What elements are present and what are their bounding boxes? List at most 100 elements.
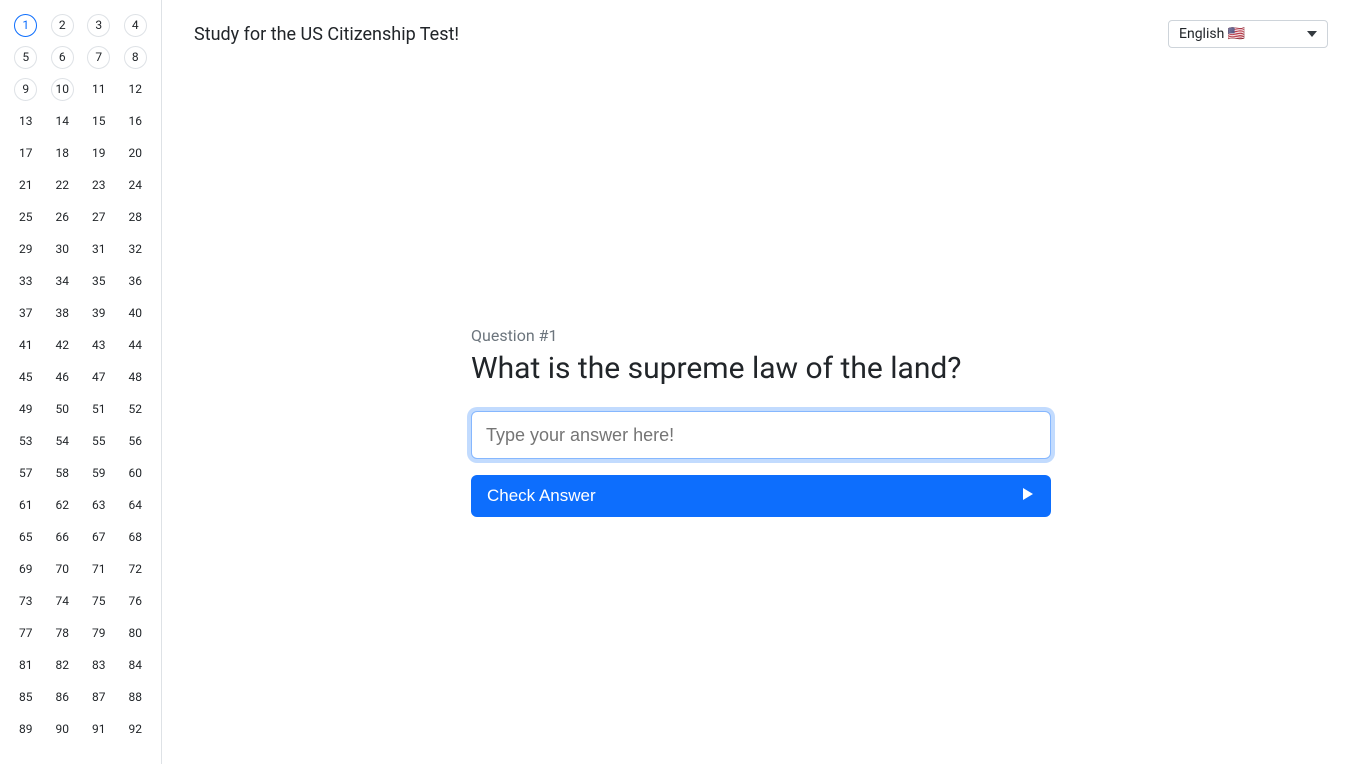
question-nav-9[interactable]: 9 [14,78,37,101]
question-nav-51[interactable]: 51 [87,398,110,421]
question-nav-86[interactable]: 86 [51,686,74,709]
question-nav-69[interactable]: 69 [14,558,37,581]
question-nav-61[interactable]: 61 [14,494,37,517]
question-nav-6[interactable]: 6 [51,46,74,69]
language-select-value: English 🇺🇸 [1179,26,1245,42]
question-nav-43[interactable]: 43 [87,334,110,357]
question-nav-50[interactable]: 50 [51,398,74,421]
question-nav-30[interactable]: 30 [51,238,74,261]
question-nav-80[interactable]: 80 [124,622,147,645]
question-nav-34[interactable]: 34 [51,270,74,293]
language-select[interactable]: English 🇺🇸 [1168,20,1328,48]
question-nav-5[interactable]: 5 [14,46,37,69]
question-nav-52[interactable]: 52 [124,398,147,421]
question-nav-57[interactable]: 57 [14,462,37,485]
question-nav-71[interactable]: 71 [87,558,110,581]
question-nav-47[interactable]: 47 [87,366,110,389]
question-area: Question #1 What is the supreme law of t… [471,326,1051,517]
question-nav-89[interactable]: 89 [14,718,37,741]
question-nav-72[interactable]: 72 [124,558,147,581]
question-nav-42[interactable]: 42 [51,334,74,357]
question-nav-62[interactable]: 62 [51,494,74,517]
question-nav-15[interactable]: 15 [87,110,110,133]
question-nav-25[interactable]: 25 [14,206,37,229]
question-nav-14[interactable]: 14 [51,110,74,133]
question-nav-55[interactable]: 55 [87,430,110,453]
question-nav-16[interactable]: 16 [124,110,147,133]
question-nav-90[interactable]: 90 [51,718,74,741]
question-nav-19[interactable]: 19 [87,142,110,165]
question-nav-22[interactable]: 22 [51,174,74,197]
question-nav-92[interactable]: 92 [124,718,147,741]
question-nav-10[interactable]: 10 [51,78,74,101]
question-nav-66[interactable]: 66 [51,526,74,549]
question-nav-4[interactable]: 4 [124,14,147,37]
question-nav-88[interactable]: 88 [124,686,147,709]
question-nav-39[interactable]: 39 [87,302,110,325]
question-nav-24[interactable]: 24 [124,174,147,197]
question-nav-45[interactable]: 45 [14,366,37,389]
question-nav-75[interactable]: 75 [87,590,110,613]
question-nav-26[interactable]: 26 [51,206,74,229]
question-nav-83[interactable]: 83 [87,654,110,677]
question-nav-8[interactable]: 8 [124,46,147,69]
question-nav-41[interactable]: 41 [14,334,37,357]
check-answer-button[interactable]: Check Answer [471,475,1051,517]
question-nav-87[interactable]: 87 [87,686,110,709]
question-nav-76[interactable]: 76 [124,590,147,613]
question-nav-60[interactable]: 60 [124,462,147,485]
question-nav-82[interactable]: 82 [51,654,74,677]
question-nav-84[interactable]: 84 [124,654,147,677]
question-nav-48[interactable]: 48 [124,366,147,389]
question-nav-91[interactable]: 91 [87,718,110,741]
question-nav-85[interactable]: 85 [14,686,37,709]
question-nav-54[interactable]: 54 [51,430,74,453]
question-nav-1[interactable]: 1 [14,14,37,37]
question-nav-27[interactable]: 27 [87,206,110,229]
question-nav-63[interactable]: 63 [87,494,110,517]
question-nav-79[interactable]: 79 [87,622,110,645]
question-nav-11[interactable]: 11 [87,78,110,101]
question-nav-70[interactable]: 70 [51,558,74,581]
question-nav-65[interactable]: 65 [14,526,37,549]
question-nav-18[interactable]: 18 [51,142,74,165]
question-nav-28[interactable]: 28 [124,206,147,229]
question-nav-20[interactable]: 20 [124,142,147,165]
question-nav-13[interactable]: 13 [14,110,37,133]
question-nav-77[interactable]: 77 [14,622,37,645]
question-nav-29[interactable]: 29 [14,238,37,261]
question-nav-49[interactable]: 49 [14,398,37,421]
question-nav-sidebar: 1234567891011121314151617181920212223242… [0,0,162,764]
question-nav-35[interactable]: 35 [87,270,110,293]
question-nav-17[interactable]: 17 [14,142,37,165]
question-nav-46[interactable]: 46 [51,366,74,389]
question-nav-7[interactable]: 7 [87,46,110,69]
question-nav-78[interactable]: 78 [51,622,74,645]
question-nav-36[interactable]: 36 [124,270,147,293]
check-answer-label: Check Answer [487,486,596,506]
question-nav-74[interactable]: 74 [51,590,74,613]
question-nav-38[interactable]: 38 [51,302,74,325]
question-nav-58[interactable]: 58 [51,462,74,485]
question-nav-68[interactable]: 68 [124,526,147,549]
question-nav-56[interactable]: 56 [124,430,147,453]
question-nav-73[interactable]: 73 [14,590,37,613]
question-nav-2[interactable]: 2 [51,14,74,37]
question-nav-64[interactable]: 64 [124,494,147,517]
question-nav-81[interactable]: 81 [14,654,37,677]
question-nav-44[interactable]: 44 [124,334,147,357]
answer-input[interactable] [471,411,1051,459]
question-nav-3[interactable]: 3 [87,14,110,37]
question-nav-31[interactable]: 31 [87,238,110,261]
question-nav-59[interactable]: 59 [87,462,110,485]
main-content: Study for the US Citizenship Test! Engli… [162,0,1360,764]
question-nav-33[interactable]: 33 [14,270,37,293]
question-nav-53[interactable]: 53 [14,430,37,453]
question-nav-12[interactable]: 12 [124,78,147,101]
question-nav-21[interactable]: 21 [14,174,37,197]
question-nav-67[interactable]: 67 [87,526,110,549]
question-nav-40[interactable]: 40 [124,302,147,325]
question-nav-37[interactable]: 37 [14,302,37,325]
question-nav-32[interactable]: 32 [124,238,147,261]
question-nav-23[interactable]: 23 [87,174,110,197]
